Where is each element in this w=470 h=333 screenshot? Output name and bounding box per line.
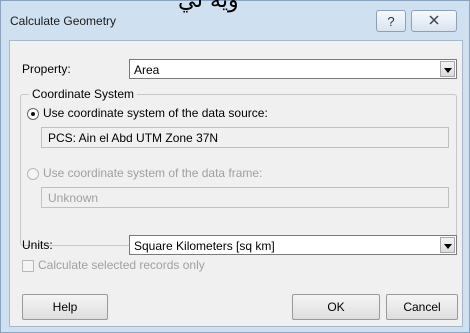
help-title-button[interactable]: ? (376, 10, 406, 32)
close-title-button[interactable] (411, 10, 457, 32)
question-mark-icon: ? (387, 13, 395, 29)
units-value: Square Kilometers [sq km] (134, 239, 275, 253)
ok-button[interactable]: OK (292, 294, 380, 320)
units-label: Units: (22, 238, 53, 252)
data-source-option-label[interactable]: Use coordinate system of the data source… (43, 106, 268, 120)
selected-only-checkbox[interactable] (22, 260, 34, 272)
calculate-geometry-dialog: Calculate Geometry ? Property: Area Coor… (0, 0, 470, 333)
close-icon (429, 14, 439, 28)
dialog-body: Property: Area Coordinate System Use coo… (9, 40, 463, 327)
data-source-cs-value: PCS: Ain el Abd UTM Zone 37N (48, 131, 219, 145)
data-source-radio[interactable] (27, 108, 39, 120)
data-frame-radio[interactable] (27, 168, 39, 180)
property-dropdown[interactable]: Area (129, 59, 457, 79)
window-title: Calculate Geometry (10, 14, 117, 28)
coordinate-system-legend: Coordinate System (29, 87, 138, 101)
data-frame-cs-field: Unknown (41, 187, 449, 208)
help-button[interactable]: Help (22, 294, 108, 320)
dropdown-arrow-icon[interactable] (440, 237, 455, 253)
property-value: Area (134, 63, 160, 77)
selected-only-label[interactable]: Calculate selected records only (38, 258, 205, 272)
data-source-cs-field: PCS: Ain el Abd UTM Zone 37N (41, 127, 449, 148)
background-text: وية لي (178, 0, 239, 13)
property-label: Property: (22, 62, 71, 76)
data-frame-option-label[interactable]: Use coordinate system of the data frame: (43, 166, 262, 180)
data-frame-cs-value: Unknown (48, 191, 99, 205)
dropdown-arrow-icon[interactable] (440, 61, 455, 77)
coordinate-system-group: Coordinate System Use coordinate system … (20, 87, 457, 246)
cancel-button[interactable]: Cancel (386, 294, 458, 320)
units-dropdown[interactable]: Square Kilometers [sq km] (129, 235, 457, 255)
